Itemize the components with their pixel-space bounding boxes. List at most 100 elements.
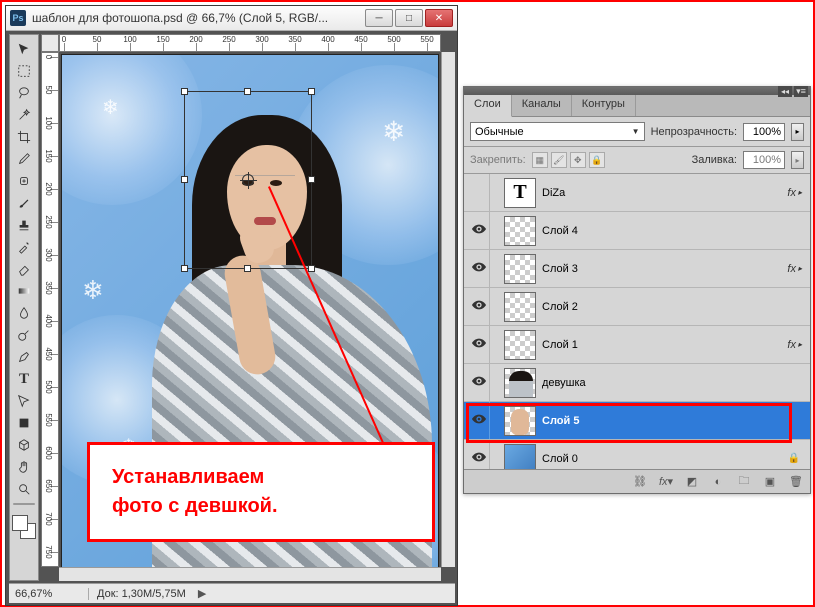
fill-flyout-icon[interactable]: ▸ xyxy=(791,151,804,169)
layer-row[interactable]: девушка xyxy=(464,364,810,402)
layer-name[interactable]: Слой 1 xyxy=(542,339,787,351)
layer-name[interactable]: Слой 4 xyxy=(542,225,806,237)
type-tool-icon[interactable]: T xyxy=(13,369,35,389)
layer-row[interactable]: Слой 4 xyxy=(464,212,810,250)
shape-tool-icon[interactable] xyxy=(13,413,35,433)
layer-visibility-toggle[interactable] xyxy=(468,440,490,469)
layer-row[interactable]: Слой 1fx▸ xyxy=(464,326,810,364)
history-brush-tool-icon[interactable] xyxy=(13,237,35,257)
opacity-field[interactable]: 100% xyxy=(743,123,785,141)
layer-name[interactable]: DiZa xyxy=(542,187,787,199)
vertical-scrollbar[interactable] xyxy=(441,52,455,567)
layer-thumbnail[interactable] xyxy=(504,330,536,360)
dodge-tool-icon[interactable] xyxy=(13,325,35,345)
transform-handle[interactable] xyxy=(244,88,251,95)
crop-tool-icon[interactable] xyxy=(13,127,35,147)
color-swatches[interactable] xyxy=(12,515,36,539)
marquee-tool-icon[interactable] xyxy=(13,61,35,81)
panel-titlebar[interactable]: ◂◂ ▾≡ xyxy=(464,87,810,95)
wand-tool-icon[interactable] xyxy=(13,105,35,125)
foreground-color-swatch[interactable] xyxy=(12,515,28,531)
layer-row[interactable]: Слой 3fx▸ xyxy=(464,250,810,288)
lock-transparency-icon[interactable]: ▦ xyxy=(532,152,548,168)
layer-thumbnail[interactable] xyxy=(504,216,536,246)
layer-fx-indicator[interactable]: fx▸ xyxy=(787,263,802,275)
ruler-vertical[interactable]: 0501001502002503003504004505005506006507… xyxy=(41,52,59,567)
layer-visibility-toggle[interactable] xyxy=(468,250,490,287)
stamp-tool-icon[interactable] xyxy=(13,215,35,235)
transform-handle[interactable] xyxy=(308,176,315,183)
delete-layer-icon[interactable]: 🗑 xyxy=(788,474,804,490)
layer-name[interactable]: Слой 3 xyxy=(542,263,787,275)
layer-thumbnail[interactable]: T xyxy=(504,178,536,208)
lock-position-icon[interactable]: ✥ xyxy=(570,152,586,168)
lock-all-icon[interactable]: 🔒 xyxy=(589,152,605,168)
ruler-origin[interactable] xyxy=(41,34,59,52)
layer-visibility-toggle[interactable] xyxy=(468,326,490,363)
layer-visibility-toggle[interactable] xyxy=(468,402,490,439)
eyedropper-tool-icon[interactable] xyxy=(13,149,35,169)
layer-fx-icon[interactable]: fx▾ xyxy=(658,474,674,490)
3d-tool-icon[interactable] xyxy=(13,435,35,455)
transform-handle[interactable] xyxy=(181,265,188,272)
layer-name[interactable]: Слой 0 xyxy=(542,453,788,465)
layer-thumbnail[interactable] xyxy=(504,292,536,322)
layer-fx-indicator[interactable]: fx▸ xyxy=(787,339,802,351)
lasso-tool-icon[interactable] xyxy=(13,83,35,103)
path-tool-icon[interactable] xyxy=(13,391,35,411)
panel-collapse-icon[interactable]: ◂◂ xyxy=(778,86,792,97)
layer-fx-indicator[interactable]: fx▸ xyxy=(787,187,802,199)
minimize-button[interactable]: ─ xyxy=(365,9,393,27)
panel-menu-icon[interactable]: ▾≡ xyxy=(794,86,808,97)
transform-handle[interactable] xyxy=(181,88,188,95)
layer-group-icon[interactable]: 🗀 xyxy=(736,474,752,490)
link-layers-icon[interactable]: ⛓ xyxy=(632,474,648,490)
zoom-tool-icon[interactable] xyxy=(13,479,35,499)
tab-paths[interactable]: Контуры xyxy=(572,95,636,116)
tab-layers[interactable]: Слои xyxy=(464,95,512,117)
blend-mode-dropdown[interactable]: Обычные ▼ xyxy=(470,122,645,141)
new-layer-icon[interactable]: ▣ xyxy=(762,474,778,490)
statusbar-menu-icon[interactable]: ▶ xyxy=(198,587,206,600)
maximize-button[interactable]: □ xyxy=(395,9,423,27)
transform-handle[interactable] xyxy=(308,88,315,95)
transform-handle[interactable] xyxy=(181,176,188,183)
move-tool-icon[interactable] xyxy=(13,39,35,59)
layer-visibility-toggle[interactable] xyxy=(468,288,490,325)
gradient-tool-icon[interactable] xyxy=(13,281,35,301)
layer-name[interactable]: девушка xyxy=(542,377,806,389)
layer-thumbnail[interactable] xyxy=(504,368,536,398)
transform-handle[interactable] xyxy=(244,265,251,272)
layer-row[interactable]: T DiZafx▸ xyxy=(464,174,810,212)
doc-info[interactable]: Док: 1,30M/5,75M xyxy=(89,588,194,600)
layer-thumbnail[interactable] xyxy=(504,254,536,284)
titlebar[interactable]: Ps шаблон для фотошопа.psd @ 66,7% (Слой… xyxy=(6,6,457,31)
transform-center-icon[interactable] xyxy=(242,174,254,186)
horizontal-scrollbar[interactable] xyxy=(59,567,441,581)
layer-row[interactable]: Слой 2 xyxy=(464,288,810,326)
layer-visibility-toggle[interactable] xyxy=(468,174,490,211)
layer-row[interactable]: Слой 5 xyxy=(464,402,810,440)
layer-thumbnail[interactable] xyxy=(504,406,536,436)
fill-field[interactable]: 100% xyxy=(743,151,785,169)
adjustment-layer-icon[interactable]: ◐ xyxy=(710,474,726,490)
blur-tool-icon[interactable] xyxy=(13,303,35,323)
transform-handle[interactable] xyxy=(308,265,315,272)
zoom-field[interactable]: 66,67% xyxy=(9,588,89,600)
layer-name[interactable]: Слой 5 xyxy=(542,415,806,427)
layers-list[interactable]: TDiZafx▸Слой 4Слой 3fx▸Слой 2Слой 1fx▸де… xyxy=(464,174,810,469)
layer-visibility-toggle[interactable] xyxy=(468,212,490,249)
lock-pixels-icon[interactable]: 🖌 xyxy=(551,152,567,168)
layer-visibility-toggle[interactable] xyxy=(468,364,490,401)
layer-mask-icon[interactable]: ◩ xyxy=(684,474,700,490)
opacity-flyout-icon[interactable]: ▸ xyxy=(791,123,804,141)
brush-tool-icon[interactable] xyxy=(13,193,35,213)
ruler-horizontal[interactable]: 050100150200250300350400450500550 xyxy=(59,34,441,52)
healing-tool-icon[interactable] xyxy=(13,171,35,191)
layer-thumbnail[interactable] xyxy=(504,444,536,470)
tab-channels[interactable]: Каналы xyxy=(512,95,572,116)
eraser-tool-icon[interactable] xyxy=(13,259,35,279)
close-button[interactable]: ✕ xyxy=(425,9,453,27)
layer-row[interactable]: Слой 0🔒 xyxy=(464,440,810,469)
pen-tool-icon[interactable] xyxy=(13,347,35,367)
